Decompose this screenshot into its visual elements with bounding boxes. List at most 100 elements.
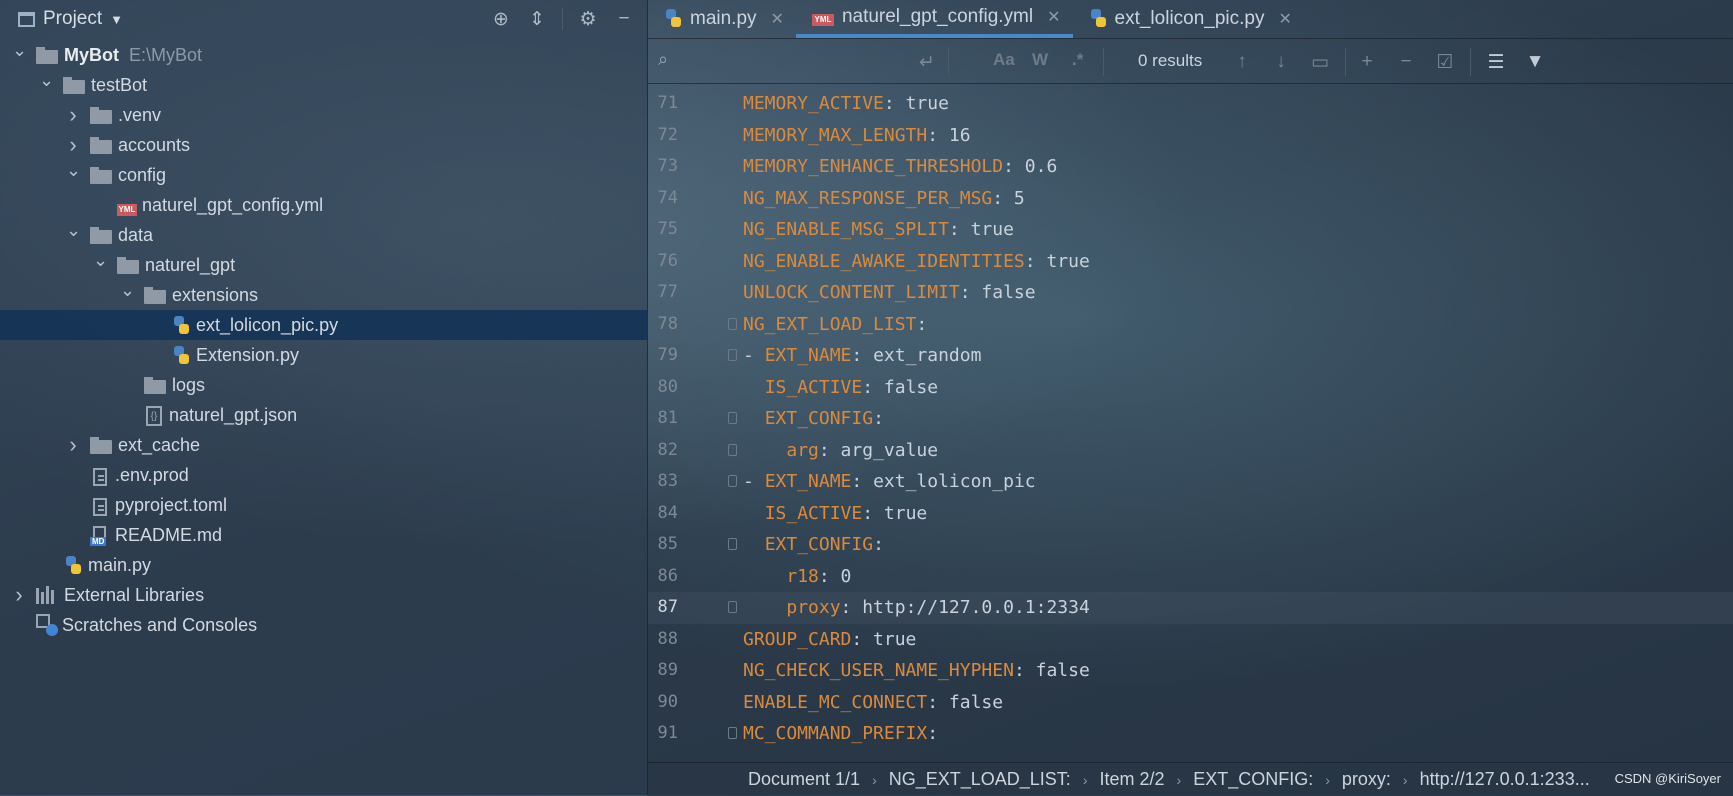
remove-occurrence-icon[interactable]: − <box>1392 48 1420 76</box>
filter-search-results-icon[interactable]: ☰ <box>1482 48 1510 76</box>
tab-ext-lolicon-pic-py[interactable]: ext_lolicon_pic.py ✕ <box>1073 0 1304 38</box>
gear-icon[interactable]: ⚙ <box>573 6 603 32</box>
document-glyph <box>93 468 107 486</box>
tree-node-scratches-and-consoles[interactable]: Scratches and Consoles <box>0 610 647 640</box>
tree-node-config[interactable]: ⌄ config <box>0 160 647 190</box>
code-line[interactable]: 89 NG_CHECK_USER_NAME_HYPHEN: false <box>648 655 1733 687</box>
chevron-down-icon[interactable]: ⌄ <box>120 280 135 301</box>
code-line[interactable]: 74 NG_MAX_RESPONSE_PER_MSG: 5 <box>648 183 1733 215</box>
tree-node-naturel-gpt-json[interactable]: {} naturel_gpt.json <box>0 400 647 430</box>
code-line[interactable]: 79 - EXT_NAME: ext_random <box>648 340 1733 372</box>
fold-marker-icon[interactable] <box>728 727 737 739</box>
select-all-occurrences-icon[interactable]: ☑ <box>1431 48 1459 76</box>
code-line[interactable]: 76 NG_ENABLE_AWAKE_IDENTITIES: true <box>648 246 1733 278</box>
close-icon[interactable]: ✕ <box>771 9 784 29</box>
chevron-right-icon[interactable]: › <box>66 132 80 158</box>
tree-node-data[interactable]: ⌄ data <box>0 220 647 250</box>
chevron-right-icon[interactable]: › <box>66 102 80 128</box>
code-line[interactable]: 83 - EXT_NAME: ext_lolicon_pic <box>648 466 1733 498</box>
tree-node-accounts[interactable]: › accounts <box>0 130 647 160</box>
regex-toggle[interactable]: .* <box>1072 50 1083 70</box>
new-line-icon[interactable]: ↵ <box>913 48 941 76</box>
tree-node-extension-py[interactable]: Extension.py <box>0 340 647 370</box>
code-line[interactable]: 86 r18: 0 <box>648 561 1733 593</box>
fold-marker-icon[interactable] <box>728 317 737 330</box>
code-line[interactable]: 80 IS_ACTIVE: false <box>648 372 1733 404</box>
code-line[interactable]: 73 MEMORY_ENHANCE_THRESHOLD: 0.6 <box>648 151 1733 183</box>
tree-node-naturel-gpt-config-yml[interactable]: YML naturel_gpt_config.yml <box>0 190 647 220</box>
tree-node-external-libraries[interactable]: › External Libraries <box>0 580 647 610</box>
code-line[interactable]: 84 IS_ACTIVE: true <box>648 498 1733 530</box>
code-line[interactable]: 71 MEMORY_ACTIVE: true <box>648 88 1733 120</box>
chevron-down-icon[interactable]: ⌄ <box>66 160 81 181</box>
code-line[interactable]: 72 MEMORY_MAX_LENGTH: 16 <box>648 120 1733 152</box>
filter-icon[interactable]: ▼ <box>1521 48 1549 76</box>
match-case-toggle[interactable]: Aa <box>993 50 1015 70</box>
tree-node-mybot[interactable]: ⌄ MyBot E:\MyBot <box>0 40 647 70</box>
folder-icon <box>90 436 112 454</box>
code-line[interactable]: 90 ENABLE_MC_CONNECT: false <box>648 687 1733 719</box>
chevron-down-icon[interactable]: ⌄ <box>66 220 81 241</box>
tree-node-extensions[interactable]: ⌄ extensions <box>0 280 647 310</box>
breadcrumb-item[interactable]: Item 2/2 <box>1099 769 1164 790</box>
breadcrumb-item[interactable]: NG_EXT_LOAD_LIST: <box>889 769 1071 790</box>
chevron-down-icon[interactable]: ⌄ <box>93 250 108 271</box>
library-bar <box>51 590 54 604</box>
code-line[interactable]: 87 proxy: http://127.0.0.1:2334 <box>648 592 1733 624</box>
search-icon[interactable]: ⌕ <box>658 49 680 71</box>
code-line[interactable]: 81 EXT_CONFIG: <box>648 403 1733 435</box>
tree-node-ext-lolicon-pic-py[interactable]: ext_lolicon_pic.py <box>0 310 647 340</box>
code-text: - EXT_NAME: ext_lolicon_pic <box>743 466 1036 498</box>
chevron-right-icon[interactable]: › <box>66 432 80 458</box>
chevron-right-icon[interactable]: › <box>12 582 26 608</box>
add-occurrence-icon[interactable]: + <box>1353 48 1381 76</box>
tree-node-testbot[interactable]: ⌄ testBot <box>0 70 647 100</box>
collapse-all-icon[interactable]: ⇕ <box>522 6 552 32</box>
code-editor[interactable]: 71 MEMORY_ACTIVE: true 72 MEMORY_MAX_LENGTH… <box>648 88 1733 760</box>
tree-node-main-py[interactable]: main.py <box>0 550 647 580</box>
chevron-down-icon[interactable]: ⌄ <box>12 40 27 61</box>
line-number: 76 <box>657 250 678 271</box>
chevron-down-icon[interactable]: ⌄ <box>39 70 54 91</box>
breadcrumb-item[interactable]: proxy: <box>1342 769 1391 790</box>
fold-marker-icon[interactable] <box>728 443 737 456</box>
tab-naturel-gpt-config-yml[interactable]: YML naturel_gpt_config.yml ✕ <box>795 0 1073 38</box>
breadcrumb-item[interactable]: Document 1/1 <box>748 769 860 790</box>
tree-node-venv[interactable]: › .venv <box>0 100 647 130</box>
code-text: EXT_CONFIG: <box>743 403 884 435</box>
tree-node-env-prod[interactable]: .env.prod <box>0 460 647 490</box>
close-icon[interactable]: ✕ <box>1279 9 1292 29</box>
fold-marker-icon[interactable] <box>728 412 737 424</box>
library-bar <box>46 586 49 604</box>
code-line[interactable]: 91 MC_COMMAND_PREFIX: <box>648 718 1733 750</box>
code-line[interactable]: 78 NG_EXT_LOAD_LIST: <box>648 309 1733 341</box>
breadcrumb-item[interactable]: http://127.0.0.1:233... <box>1420 769 1590 790</box>
fold-marker-icon[interactable] <box>728 475 737 487</box>
tab-main-py[interactable]: main.py ✕ <box>648 0 796 38</box>
fold-marker-icon[interactable] <box>728 349 737 361</box>
next-occurrence-icon[interactable]: ↓ <box>1267 48 1295 76</box>
tree-node-pyproject-toml[interactable]: pyproject.toml <box>0 490 647 520</box>
code-line[interactable]: 75 NG_ENABLE_MSG_SPLIT: true <box>648 214 1733 246</box>
minimize-icon[interactable]: − <box>609 6 639 32</box>
code-line[interactable]: 77 UNLOCK_CONTENT_LIMIT: false <box>648 277 1733 309</box>
breadcrumb-item[interactable]: EXT_CONFIG: <box>1193 769 1313 790</box>
tree-node-logs[interactable]: logs <box>0 370 647 400</box>
close-icon[interactable]: ✕ <box>1047 7 1060 27</box>
fold-marker-icon[interactable] <box>728 538 737 550</box>
project-view-selector[interactable]: Project ▼ <box>18 8 123 30</box>
words-toggle[interactable]: W <box>1032 50 1048 70</box>
tree-node-ext-cache[interactable]: › ext_cache <box>0 430 647 460</box>
fold-marker-icon[interactable] <box>728 601 737 613</box>
python-file-icon <box>63 554 83 576</box>
tree-node-naturel-gpt[interactable]: ⌄ naturel_gpt <box>0 250 647 280</box>
locate-file-icon[interactable]: ⊕ <box>486 6 516 32</box>
code-text: NG_CHECK_USER_NAME_HYPHEN: false <box>743 655 1090 687</box>
previous-occurrence-icon[interactable]: ↑ <box>1228 48 1256 76</box>
code-line[interactable]: 88 GROUP_CARD: true <box>648 624 1733 656</box>
open-in-window-icon[interactable]: ▭ <box>1306 48 1334 76</box>
code-line[interactable]: 85 EXT_CONFIG: <box>648 529 1733 561</box>
code-line[interactable]: 82 arg: arg_value <box>648 435 1733 467</box>
tree-node-readme-md[interactable]: README.md <box>0 520 647 550</box>
